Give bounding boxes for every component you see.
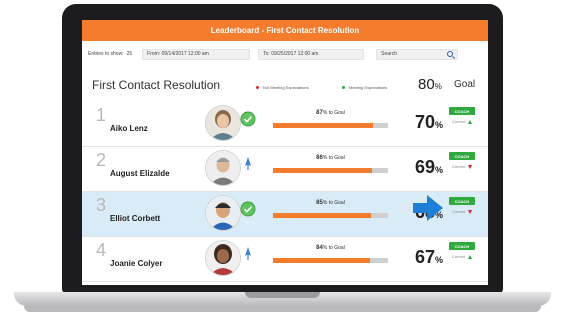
avatar <box>205 195 241 231</box>
avatar <box>205 105 241 141</box>
progress-value: 86 <box>316 155 323 161</box>
page-title: Leaderboard - First Contact Resolution <box>210 26 360 35</box>
coach-button[interactable]: COACH <box>449 242 475 250</box>
laptop-notch <box>245 292 320 298</box>
score-value: 69% <box>415 157 443 178</box>
to-date-field[interactable]: To: 09/25/2017 12:00 am <box>258 48 365 60</box>
coach-button[interactable]: COACH <box>449 152 475 160</box>
legend-meeting: Meeting Expectations <box>342 85 387 90</box>
pointer-arrow-icon <box>413 195 443 221</box>
current-label: Current <box>452 209 466 214</box>
current-status: Current <box>452 119 473 124</box>
current-status: Current <box>452 209 473 214</box>
laptop-shadow <box>24 306 541 312</box>
coach-button[interactable]: COACH <box>449 197 475 205</box>
progress-text: to Goal <box>328 245 345 251</box>
leaderboard-row[interactable]: 1 Aiko Lenz 87% to Goal 70% COACH Current <box>82 102 488 147</box>
avatar <box>205 150 241 186</box>
agent-name[interactable]: Elliot Corbett <box>110 214 160 223</box>
progress-label: 86% to Goal <box>273 155 388 161</box>
trend-down-icon <box>468 164 473 169</box>
search-icon[interactable] <box>447 51 454 57</box>
entries-label: Entries to show: <box>88 51 124 57</box>
progress-track <box>273 168 388 173</box>
progress-text: to Goal <box>328 155 345 161</box>
progress-unit: % <box>322 245 328 251</box>
from-date-field[interactable]: From: 09/14/2017 12:00 am <box>142 48 251 60</box>
leaderboard-row[interactable]: 3Elliot Corbett85% to Goal68%COACHCurren… <box>82 192 488 237</box>
progress-text: to Goal <box>328 200 345 206</box>
leaderboard-list: 1 Aiko Lenz 87% to Goal 70% COACH Current 2 Aug… <box>82 102 488 282</box>
progress-track <box>273 123 388 128</box>
progress-label: 84% to Goal <box>273 245 388 251</box>
progress-value: 87 <box>316 110 323 116</box>
trend-up-icon <box>468 254 473 259</box>
current-label: Current <box>452 119 466 124</box>
progress-value: 84 <box>316 245 323 251</box>
goal-value: 80% <box>418 76 442 93</box>
trend-down-icon <box>468 209 473 214</box>
score-unit: % <box>435 120 444 130</box>
search-input[interactable]: Search <box>376 48 459 60</box>
green-check-icon <box>240 201 256 217</box>
green-dot-icon <box>342 86 345 89</box>
section-title: First Contact Resolution <box>92 78 221 92</box>
progress-fill <box>273 258 370 263</box>
score-number: 70 <box>415 112 436 132</box>
progress-unit: % <box>322 155 328 161</box>
rank-number: 2 <box>96 150 107 170</box>
trend-up-icon <box>468 119 473 124</box>
filter-bar: Entries to show: 25 From: 09/14/2017 12:… <box>82 47 488 61</box>
goal-number: 80 <box>418 76 435 93</box>
goal-unit: % <box>434 82 442 91</box>
rank-number: 3 <box>96 195 107 215</box>
progress-text: to Goal <box>328 110 345 116</box>
red-dot-icon <box>256 86 259 89</box>
agent-name[interactable]: August Elizalde <box>110 169 170 178</box>
score-unit: % <box>435 255 444 265</box>
leaderboard-row[interactable]: 2 August Elizalde 86% to Goal 69% COACH Curre… <box>82 147 488 192</box>
current-status: Current <box>452 164 473 169</box>
blue-rocket-icon <box>240 246 256 262</box>
progress-value: 85 <box>316 200 323 206</box>
rank-number: 4 <box>96 240 107 260</box>
agent-name[interactable]: Joanie Colyer <box>110 259 162 268</box>
avatar <box>205 240 241 276</box>
agent-name[interactable]: Aiko Lenz <box>110 124 148 133</box>
progress-label: 87% to Goal <box>273 110 388 116</box>
progress-unit: % <box>322 200 328 206</box>
entries-select[interactable]: 25 <box>127 51 133 57</box>
rank-number: 1 <box>96 105 107 125</box>
blue-rocket-icon <box>240 156 256 172</box>
progress-track <box>273 213 388 218</box>
leaderboard-title-bar: Leaderboard - First Contact Resolution <box>82 20 488 41</box>
progress-unit: % <box>322 110 328 116</box>
progress-fill <box>273 123 374 128</box>
legend-meeting-label: Meeting Expectations <box>349 85 388 90</box>
green-check-icon <box>240 111 256 127</box>
score-number: 69 <box>415 157 436 177</box>
search-placeholder: Search <box>381 51 397 57</box>
goal-label: Goal <box>454 79 476 90</box>
score-value: 70% <box>415 112 443 133</box>
leaderboard-row[interactable]: 4 Joanie Colyer 84% to Goal 67% COACH Current <box>82 237 488 282</box>
current-status: Current <box>452 254 473 259</box>
screen: Leaderboard - First Contact Resolution E… <box>82 20 488 285</box>
progress-label: 85% to Goal <box>273 200 388 206</box>
current-label: Current <box>452 254 466 259</box>
score-unit: % <box>435 165 444 175</box>
legend-not-meeting: Not Meeting Expectations <box>256 85 309 90</box>
progress-fill <box>273 213 371 218</box>
current-label: Current <box>452 164 466 169</box>
progress-fill <box>273 168 372 173</box>
legend-not-meeting-label: Not Meeting Expectations <box>263 85 309 90</box>
score-number: 67 <box>415 247 436 267</box>
from-date-text: From: 09/14/2017 12:00 am <box>147 51 209 57</box>
score-value: 67% <box>415 247 443 268</box>
to-date-text: To: 09/25/2017 12:00 am <box>263 51 319 57</box>
section-header: First Contact Resolution Not Meeting Exp… <box>82 76 488 98</box>
coach-button[interactable]: COACH <box>449 107 475 115</box>
progress-track <box>273 258 388 263</box>
